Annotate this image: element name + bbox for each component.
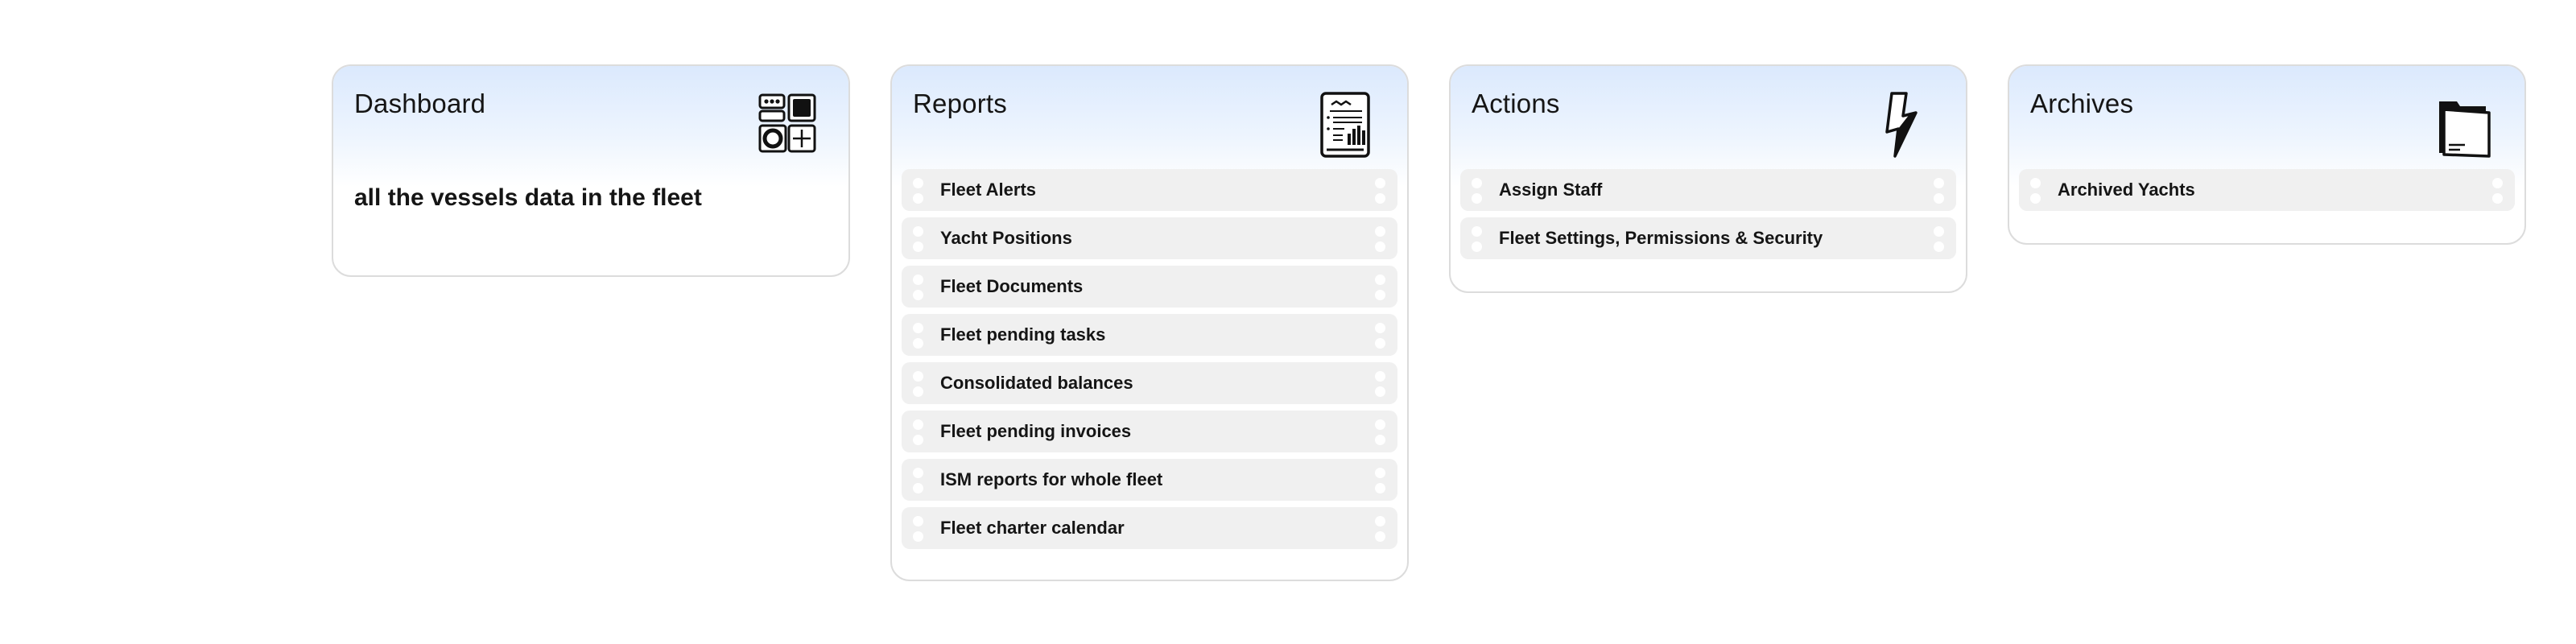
drag-handle-icon[interactable] (1375, 226, 1386, 252)
drag-handle-icon[interactable] (913, 468, 924, 493)
drag-handle-icon[interactable] (2030, 178, 2041, 204)
drag-handle-icon[interactable] (1934, 178, 1945, 204)
drag-handle-icon[interactable] (913, 419, 924, 445)
drag-handle-icon[interactable] (1375, 516, 1386, 542)
card-title: Actions (1472, 89, 1560, 118)
drag-handle-icon[interactable] (913, 226, 924, 252)
list-item[interactable]: Fleet Documents (902, 266, 1397, 308)
drag-handle-icon[interactable] (1375, 468, 1386, 493)
drag-handle-icon[interactable] (1472, 178, 1483, 204)
card-title: Reports (913, 89, 1007, 118)
card-dashboard[interactable]: Dashboard Real-time, compar (332, 64, 850, 277)
card-header: Dashboard (333, 66, 848, 187)
list-item-label: Fleet Documents (940, 276, 1084, 296)
list-item[interactable]: Fleet Alerts (902, 169, 1397, 211)
list-item[interactable]: Assign Staff (1460, 169, 1956, 211)
list-item-label: Yacht Positions (940, 228, 1072, 248)
card-reports[interactable]: Reports Fleet Alerts Yacht Positions Fle… (890, 64, 1409, 581)
report-document-icon (1315, 90, 1377, 158)
list-item-label: Fleet pending invoices (940, 421, 1132, 441)
list-item-label: Consolidated balances (940, 373, 1133, 393)
list-item-label: Fleet pending tasks (940, 324, 1106, 345)
list-item[interactable]: ISM reports for whole fleet (902, 459, 1397, 501)
list-item[interactable]: Fleet pending tasks (902, 314, 1397, 356)
list-item-label: Archived Yachts (2058, 180, 2195, 200)
action-list: Assign Staff Fleet Settings, Permissions… (1451, 169, 1966, 269)
drag-handle-icon[interactable] (1375, 178, 1386, 204)
list-item[interactable]: Yacht Positions (902, 217, 1397, 259)
dashboard-widgets-icon (757, 90, 818, 158)
drag-handle-icon[interactable] (913, 275, 924, 300)
drag-handle-icon[interactable] (1375, 419, 1386, 445)
drag-handle-icon[interactable] (913, 516, 924, 542)
drag-handle-icon[interactable] (1375, 323, 1386, 349)
card-actions[interactable]: Actions Assign Staff Fleet Settings, Per… (1449, 64, 1967, 293)
list-item[interactable]: Archived Yachts (2019, 169, 2515, 211)
list-item[interactable]: Fleet pending invoices (902, 411, 1397, 452)
card-title: Archives (2030, 89, 2134, 118)
drag-handle-icon[interactable] (1472, 226, 1483, 252)
lightning-bolt-icon (1874, 90, 1935, 158)
drag-handle-icon[interactable] (1934, 226, 1945, 252)
fleet-menu-board: Dashboard Real-time, compar (0, 0, 2576, 644)
list-item[interactable]: Fleet Settings, Permissions & Security (1460, 217, 1956, 259)
list-item-label: Fleet charter calendar (940, 518, 1125, 538)
drag-handle-icon[interactable] (913, 323, 924, 349)
report-list: Fleet Alerts Yacht Positions Fleet Docum… (892, 169, 1407, 559)
drag-handle-icon[interactable] (913, 371, 924, 397)
drag-handle-icon[interactable] (1375, 371, 1386, 397)
list-item-label: Fleet Settings, Permissions & Security (1499, 228, 1823, 248)
list-item[interactable]: Fleet charter calendar (902, 507, 1397, 549)
card-archives[interactable]: Archives Archived Yachts (2008, 64, 2526, 245)
drag-handle-icon[interactable] (913, 178, 924, 204)
archive-folder-icon (2433, 90, 2494, 158)
drag-handle-icon[interactable] (2492, 178, 2504, 204)
archive-list: Archived Yachts (2009, 169, 2524, 221)
list-item[interactable]: Consolidated balances (902, 362, 1397, 404)
drag-handle-icon[interactable] (1375, 275, 1386, 300)
list-item-label: ISM reports for whole fleet (940, 469, 1163, 489)
card-title: Dashboard (354, 89, 486, 118)
